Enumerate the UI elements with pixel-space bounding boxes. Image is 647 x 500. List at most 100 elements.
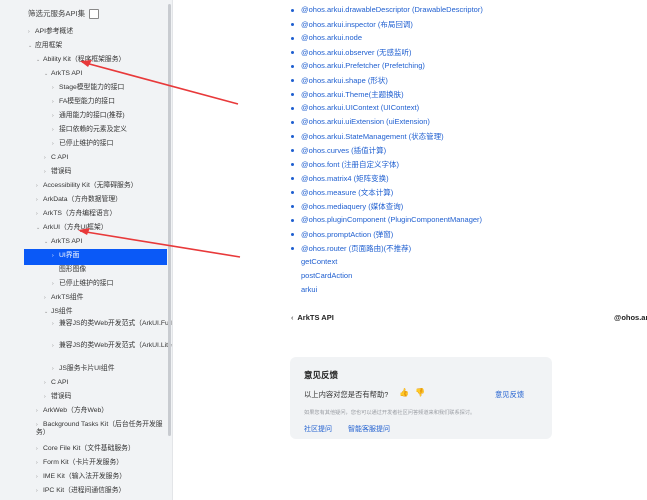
- sidebar-item[interactable]: › 接口依赖的元素及定义: [52, 126, 127, 134]
- sidebar-item[interactable]: ⌄ ArkUI（方舟UI框架）: [36, 224, 108, 232]
- sidebar-item[interactable]: ⌄ ArkTS API: [44, 70, 82, 78]
- chevron-left-icon: ‹: [291, 313, 294, 322]
- sidebar-item[interactable]: › Core File Kit（文件基础服务）: [36, 445, 135, 453]
- sidebar-item-selected[interactable]: › UI界面: [52, 252, 79, 260]
- chevron-right-icon: ›: [44, 155, 46, 161]
- api-link[interactable]: @ohos.arkui.shape (形状): [301, 75, 388, 86]
- sidebar-item[interactable]: › ArkTS（方舟编程语言）: [36, 210, 116, 218]
- api-link[interactable]: getContext: [301, 257, 337, 266]
- api-link[interactable]: @ohos.pluginComponent (PluginComponentMa…: [301, 215, 482, 224]
- next-page-link[interactable]: @ohos.anin: [614, 313, 647, 322]
- sidebar-item-label: JS组件: [51, 308, 73, 315]
- bullet-icon: [291, 107, 294, 110]
- api-link[interactable]: @ohos.arkui.observer (无感监听): [301, 47, 412, 58]
- feedback-question: 以上内容对您是否有帮助?: [304, 390, 389, 399]
- community-question-link[interactable]: 社区提问: [304, 424, 332, 434]
- chevron-right-icon: ›: [36, 446, 38, 452]
- api-link[interactable]: @ohos.arkui.UIContext (UIContext): [301, 103, 419, 112]
- prev-page-link[interactable]: ‹ ArkTS API: [291, 313, 334, 322]
- bullet-icon: [291, 65, 294, 68]
- api-link[interactable]: @ohos.promptAction (弹窗): [301, 229, 393, 240]
- sidebar-item[interactable]: › FA模型能力的接口: [52, 98, 115, 106]
- chevron-right-icon: ›: [28, 29, 30, 35]
- chevron-right-icon: ›: [52, 85, 54, 91]
- sidebar-item[interactable]: › Stage模型能力的接口: [52, 84, 124, 92]
- api-link[interactable]: @ohos.arkui.node: [301, 33, 362, 42]
- api-link[interactable]: @ohos.curves (插值计算): [301, 145, 386, 156]
- feedback-note: 如果您有其他疑问，您也可以通过开发者社区问答频道来和我们联系探讨。: [304, 410, 476, 416]
- feedback-link[interactable]: 意见反馈: [495, 390, 524, 400]
- sidebar-item[interactable]: › ArkWeb（方舟Web）: [36, 407, 108, 415]
- sidebar-item[interactable]: › C API: [44, 379, 68, 387]
- sidebar: 筛选元服务API集 › API参考概述 ⌄ 应用框架 ⌄ Ability Kit（程序框架…: [0, 0, 172, 500]
- bullet-icon: [291, 23, 294, 26]
- api-filter[interactable]: 筛选元服务API集: [28, 8, 100, 19]
- api-link[interactable]: postCardAction: [301, 271, 352, 280]
- chevron-right-icon: ›: [52, 113, 54, 119]
- api-link[interactable]: arkui: [301, 285, 317, 294]
- sidebar-item-label: Stage模型能力的接口: [59, 84, 125, 91]
- api-link[interactable]: @ohos.arkui.Theme(主题换肤): [301, 89, 404, 100]
- sidebar-item[interactable]: › 已停止维护的接口: [52, 140, 113, 148]
- prev-page-label: ArkTS API: [297, 313, 334, 322]
- sidebar-item[interactable]: › C API: [44, 154, 68, 162]
- api-link[interactable]: @ohos.arkui.Prefetcher (Prefetching): [301, 61, 425, 70]
- feedback-title: 意见反馈: [304, 370, 339, 380]
- sidebar-item-label: IPC Kit（进程间通信服务）: [43, 487, 126, 494]
- sidebar-item[interactable]: ⌄ 应用框架: [28, 42, 62, 50]
- sidebar-item[interactable]: › IPC Kit（进程间通信服务）: [36, 487, 125, 495]
- bullet-icon: [291, 233, 294, 236]
- sidebar-item-label: 已停止维护的接口: [59, 140, 114, 147]
- chevron-right-icon: ›: [36, 211, 38, 217]
- api-link[interactable]: @ohos.router (页面路由)(不推荐): [301, 243, 411, 254]
- sidebar-item[interactable]: › 兼容JS的类Web开发范式（ArkUI.Full）: [52, 320, 172, 328]
- sidebar-item[interactable]: › API参考概述: [28, 28, 73, 36]
- chevron-right-icon: ›: [52, 343, 54, 349]
- sidebar-item[interactable]: › 已停止维护的接口: [52, 280, 113, 288]
- api-link[interactable]: @ohos.font (注册自定义字体): [301, 159, 399, 170]
- api-link[interactable]: @ohos.measure (文本计算): [301, 187, 393, 198]
- sidebar-item[interactable]: › Form Kit（卡片开发服务）: [36, 459, 123, 467]
- sidebar-scrollbar[interactable]: [168, 4, 171, 436]
- thumbs-down-icon[interactable]: 👎: [414, 387, 426, 399]
- chevron-right-icon: ›: [36, 183, 38, 189]
- sidebar-item[interactable]: › Background Tasks Kit（后台任务开发服务）: [36, 421, 166, 437]
- sidebar-item[interactable]: › 通用能力的接口(推荐): [52, 112, 125, 120]
- sidebar-item[interactable]: › ArkData（方舟数据管理）: [36, 196, 122, 204]
- sidebar-item-label: FA模型能力的接口: [59, 98, 115, 105]
- next-page-label: @ohos.anin: [614, 313, 647, 322]
- chevron-down-icon: ⌄: [44, 239, 49, 245]
- sidebar-item[interactable]: › IME Kit（输入法开发服务）: [36, 473, 126, 481]
- chevron-right-icon: ›: [36, 474, 38, 480]
- api-link[interactable]: @ohos.mediaquery (媒体查询): [301, 201, 403, 212]
- sidebar-item[interactable]: 图形图像: [52, 266, 86, 274]
- sidebar-item[interactable]: ⌄ ArkTS API: [44, 238, 82, 246]
- chevron-right-icon: ›: [36, 408, 38, 414]
- sidebar-item[interactable]: › 错误码: [44, 393, 71, 401]
- sidebar-item-label: Background Tasks Kit（后台任务开发服务）: [36, 421, 163, 436]
- api-filter-checkbox[interactable]: [89, 8, 100, 19]
- sidebar-item[interactable]: › Accessibility Kit（无障碍服务）: [36, 182, 137, 190]
- sidebar-item[interactable]: › JS服务卡片UI组件: [52, 365, 115, 373]
- assistant-question-link[interactable]: 智能客服提问: [348, 424, 390, 434]
- sidebar-item[interactable]: › 错误码: [44, 168, 71, 176]
- sidebar-item-label: ArkTS组件: [51, 294, 84, 301]
- api-link[interactable]: @ohos.arkui.inspector (布局回调): [301, 19, 413, 30]
- sidebar-item[interactable]: › 兼容JS的类Web开发范式（ArkUI.Lite）: [52, 342, 172, 350]
- sidebar-item-label: UI界面: [59, 252, 80, 259]
- bullet-icon: [291, 51, 294, 54]
- chevron-right-icon: ›: [44, 169, 46, 175]
- bullet-icon: [291, 135, 294, 138]
- sidebar-item[interactable]: ⌄ Ability Kit（程序框架服务）: [36, 56, 125, 64]
- sidebar-item[interactable]: › ArkTS组件: [44, 294, 83, 302]
- api-link[interactable]: @ohos.matrix4 (矩阵变换): [301, 173, 389, 184]
- chevron-right-icon: ›: [36, 488, 38, 494]
- sidebar-item-label: 错误码: [51, 393, 72, 400]
- thumbs-up-icon[interactable]: 👍: [398, 387, 410, 399]
- api-link[interactable]: @ohos.arkui.drawableDescriptor (Drawable…: [301, 5, 483, 14]
- sidebar-item-label: Core File Kit（文件基础服务）: [43, 445, 135, 452]
- api-link[interactable]: @ohos.arkui.StateManagement (状态管理): [301, 131, 444, 142]
- sidebar-item[interactable]: ⌄ JS组件: [44, 308, 73, 316]
- bullet-icon: [291, 93, 294, 96]
- api-link[interactable]: @ohos.arkui.uiExtension (uiExtension): [301, 117, 430, 126]
